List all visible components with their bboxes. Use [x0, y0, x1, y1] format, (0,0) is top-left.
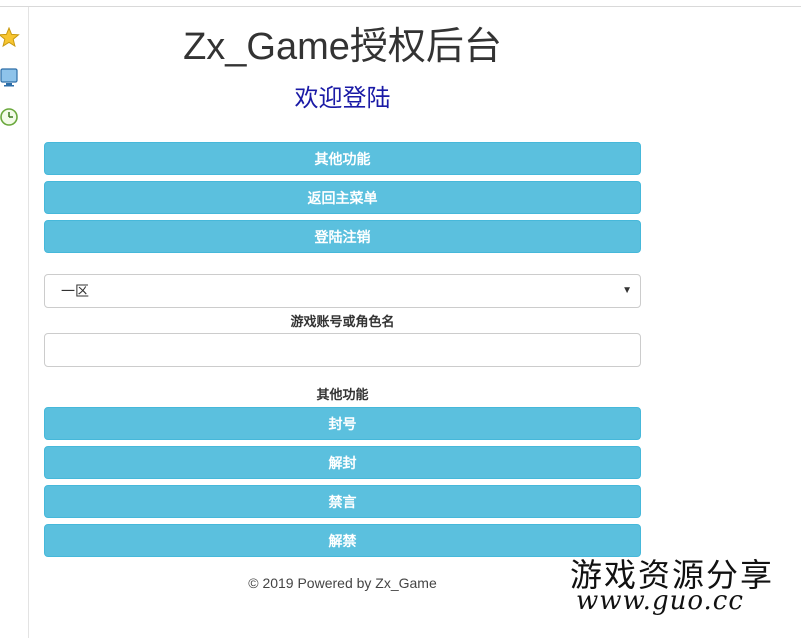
mute-button[interactable]: 禁言 — [44, 485, 641, 518]
ban-button[interactable]: 封号 — [44, 407, 641, 440]
watermark-url: www.guo.cc — [576, 586, 744, 616]
logout-button[interactable]: 登陆注销 — [44, 220, 641, 253]
top-divider — [0, 6, 801, 7]
monitor-icon[interactable] — [0, 67, 22, 89]
other-functions-button[interactable]: 其他功能 — [44, 142, 641, 175]
clock-icon[interactable] — [0, 107, 22, 129]
watermark: 游戏资源分享 www.guo.cc — [568, 548, 801, 638]
actions-label: 其他功能 — [316, 387, 369, 402]
sidebar — [0, 7, 29, 638]
footer-copyright: © 2019 Powered by Zx_Game — [248, 575, 437, 591]
unmute-button[interactable]: 解禁 — [44, 524, 641, 557]
star-icon[interactable] — [0, 26, 22, 49]
account-field-label: 游戏账号或角色名 — [290, 314, 395, 329]
chevron-down-icon: ▼ — [622, 285, 632, 296]
unban-button[interactable]: 解封 — [44, 446, 641, 479]
account-input[interactable] — [44, 333, 641, 367]
page-title: Zx_Game授权后台 — [183, 26, 502, 68]
welcome-subtitle: 欢迎登陆 — [294, 85, 391, 112]
server-select-value: 一区 — [61, 283, 89, 299]
main-menu-button[interactable]: 返回主菜单 — [44, 181, 641, 214]
server-select[interactable]: 一区 ▼ — [44, 274, 641, 308]
